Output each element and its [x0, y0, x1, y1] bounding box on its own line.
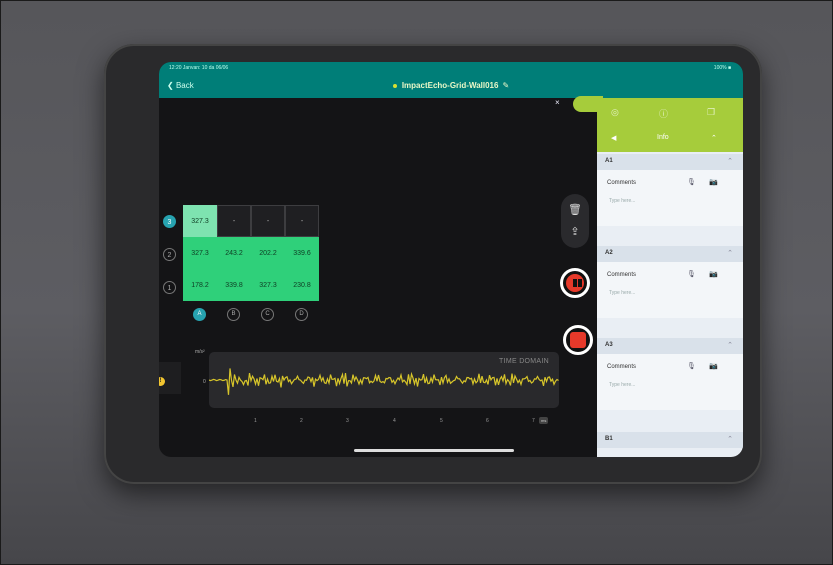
- grid-cell-c3[interactable]: -: [251, 205, 285, 237]
- microphone-icon[interactable]: 🎙: [687, 178, 696, 186]
- grid-cell-a1[interactable]: 178.2: [183, 269, 217, 301]
- comments-card: Comments 🎙 📷 Type here...: [597, 354, 743, 410]
- comments-card: Comments 🎙 📷 Type here...: [597, 170, 743, 226]
- close-icon[interactable]: ×: [555, 98, 560, 107]
- camera-icon[interactable]: 📷: [709, 362, 718, 370]
- column-button-a[interactable]: A: [193, 308, 206, 321]
- status-left: 12:20 Janvan: 10 da 06/06: [169, 65, 229, 71]
- stop-button[interactable]: [563, 325, 593, 355]
- grid-cell-d2[interactable]: 339.6: [285, 237, 319, 269]
- measurement-grid: 327.3 - - - 327.3 243.2 202.2 339.6 178.…: [183, 205, 319, 301]
- grid-cell-b2[interactable]: 243.2: [217, 237, 251, 269]
- grid-cell-d3[interactable]: -: [285, 205, 319, 237]
- waveform-tick: 4: [393, 418, 396, 424]
- stop-icon: [570, 332, 586, 348]
- status-dot-icon: [392, 83, 397, 88]
- grid-cell-a2[interactable]: 327.3: [183, 237, 217, 269]
- row-button-1[interactable]: 1: [163, 281, 176, 294]
- panel-tab[interactable]: ×: [555, 96, 603, 112]
- column-button-b[interactable]: B: [227, 308, 240, 321]
- comment-input[interactable]: Type here...: [609, 198, 635, 204]
- column-button-d[interactable]: D: [295, 308, 308, 321]
- microphone-icon[interactable]: 🎙: [687, 270, 696, 278]
- grid-cell-b1[interactable]: 339.8: [217, 269, 251, 301]
- grid-cell-b3[interactable]: -: [217, 205, 251, 237]
- section-header[interactable]: A3 ⌃: [597, 338, 743, 354]
- grid-cell-c1[interactable]: 327.3: [251, 269, 285, 301]
- comment-input[interactable]: Type here...: [609, 382, 635, 388]
- copy-icon[interactable]: ❐: [707, 107, 715, 118]
- top-nav-bar: ❮ Back ImpactEcho-Grid-Wall016 ✎: [159, 74, 743, 98]
- waveform-trace: [209, 368, 559, 395]
- comments-card: Comments 🎙 📷 Type here...: [597, 262, 743, 318]
- section-header[interactable]: A2 ⌃: [597, 246, 743, 262]
- pause-icon: [566, 274, 584, 292]
- pause-button[interactable]: [560, 268, 590, 298]
- section-name: A3: [605, 342, 613, 348]
- waveform-unit-badge: ms: [539, 417, 549, 424]
- row-button-2[interactable]: 2: [163, 248, 176, 261]
- comments-label: Comments: [607, 364, 637, 370]
- comments-label: Comments: [607, 180, 637, 186]
- camera-icon[interactable]: 📷: [709, 270, 718, 278]
- comments-label: Comments: [607, 272, 637, 278]
- section-header[interactable]: A1 ⌃: [597, 154, 743, 170]
- waveform-panel[interactable]: TIME DOMAIN: [209, 352, 559, 408]
- info-panel-header: × ◎ ⓘ ❐ ◀ Info ⌃: [555, 96, 743, 152]
- microphone-icon[interactable]: 🎙: [687, 362, 696, 370]
- chevron-up-icon[interactable]: ⌃: [727, 249, 733, 257]
- row-button-3[interactable]: 3: [163, 215, 176, 228]
- tablet-screen: 12:20 Janvan: 10 da 06/06 100% ■ ❮ Back …: [159, 62, 743, 457]
- tool-group: 🗑 ⇪: [561, 194, 589, 248]
- chevron-up-icon[interactable]: ⌃: [727, 435, 733, 443]
- info-icon[interactable]: ⓘ: [659, 107, 668, 120]
- trash-icon[interactable]: 🗑: [561, 199, 589, 221]
- chevron-up-icon[interactable]: ⌃: [711, 134, 717, 142]
- column-button-c[interactable]: C: [261, 308, 274, 321]
- panel-title: Info: [657, 134, 669, 141]
- section-name: B1: [605, 436, 613, 442]
- waveform-unit: m/s²: [195, 349, 205, 355]
- camera-icon[interactable]: 📷: [709, 178, 718, 186]
- status-right: 100% ■: [713, 65, 731, 71]
- waveform-tick: 3: [346, 418, 349, 424]
- info-panel: × ◎ ⓘ ❐ ◀ Info ⌃ A1 ⌃ Comments 🎙 📷 Type …: [555, 96, 743, 457]
- waveform-tick: 7: [532, 418, 535, 424]
- grid-cell-d1[interactable]: 230.8: [285, 269, 319, 301]
- chevron-up-icon[interactable]: ⌃: [727, 341, 733, 349]
- section-header[interactable]: B1 ⌃: [597, 432, 743, 448]
- grid-cell-a3[interactable]: 327.3: [183, 205, 217, 237]
- waveform-tick: 6: [486, 418, 489, 424]
- share-icon[interactable]: ⇪: [561, 221, 589, 243]
- page-title: ImpactEcho-Grid-Wall016 ✎: [159, 81, 743, 90]
- page-title-text: ImpactEcho-Grid-Wall016: [401, 81, 499, 90]
- section-name: A2: [605, 250, 613, 256]
- status-bar: 12:20 Janvan: 10 da 06/06 100% ■: [159, 62, 743, 74]
- panel-back-icon[interactable]: ◀: [611, 134, 616, 142]
- grid-cell-c2[interactable]: 202.2: [251, 237, 285, 269]
- waveform-tick: 5: [440, 418, 443, 424]
- chevron-up-icon[interactable]: ⌃: [727, 157, 733, 165]
- pencil-icon[interactable]: ✎: [502, 81, 509, 90]
- home-indicator[interactable]: [354, 449, 514, 452]
- waveform-tick: 2: [300, 418, 303, 424]
- comment-input[interactable]: Type here...: [609, 290, 635, 296]
- waveform-zero: 0: [203, 379, 206, 385]
- waveform-tick: 1: [254, 418, 257, 424]
- camera-outline-icon[interactable]: ◎: [611, 107, 619, 118]
- section-name: A1: [605, 158, 613, 164]
